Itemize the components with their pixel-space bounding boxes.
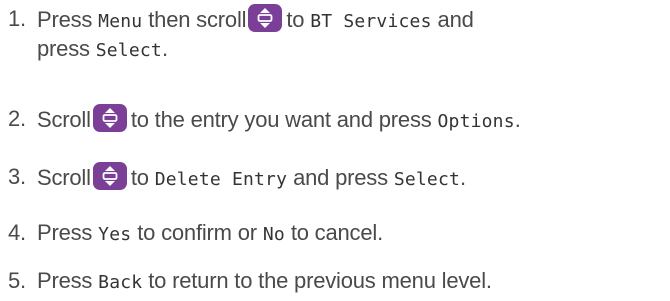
step-5: 5. Press Back to return to the previous … <box>8 266 492 296</box>
lcd-label-yes: Yes <box>98 224 132 245</box>
step-text: Scroll to the entry you want and press O… <box>37 104 521 134</box>
lcd-label-options: Options <box>437 111 515 132</box>
step-punctuation: . <box>161 36 168 61</box>
step-line: Scroll to the entry you want and press O… <box>37 104 521 134</box>
step-line: Press Back to return to the previous men… <box>37 266 492 296</box>
step-word: to confirm or <box>137 220 257 245</box>
step-line: Scroll to Delete Entry and press Select. <box>37 162 466 192</box>
step-number: 5. <box>8 268 26 293</box>
lcd-label-select: Select <box>393 169 461 190</box>
step-number: 1. <box>8 6 26 31</box>
step-text: Press Back to return to the previous men… <box>37 266 492 296</box>
lcd-label-no: No <box>262 224 285 245</box>
step-word: and <box>437 7 474 32</box>
step-word: then scroll <box>148 7 247 32</box>
scroll-up-down-key-icon <box>92 104 127 132</box>
lcd-label-back: Back <box>98 272 143 293</box>
step-word: to <box>130 165 149 190</box>
step-text: Press Menu then scroll to BT Services an… <box>37 4 474 64</box>
step-word: press <box>37 36 90 61</box>
step-number: 4. <box>8 220 26 245</box>
step-word: and press <box>293 165 388 190</box>
step-word: to <box>286 7 305 32</box>
step-word: Press <box>37 7 93 32</box>
step-word: Scroll <box>37 165 91 190</box>
step-word: to return to the previous menu level. <box>148 268 492 293</box>
step-text: Scroll to Delete Entry and press Select. <box>37 162 466 192</box>
step-1: 1. Press Menu then scroll to BT Services… <box>8 4 474 64</box>
step-word: to cancel. <box>290 220 383 245</box>
lcd-label-menu: Menu <box>98 11 143 32</box>
scroll-up-down-key-icon <box>92 162 127 190</box>
step-4: 4. Press Yes to confirm or No to cancel. <box>8 218 383 248</box>
step-3: 3. Scroll to Delete Entry and press Sele… <box>8 162 466 192</box>
scroll-up-down-key-icon <box>248 4 283 32</box>
lcd-label-bt-services: BT Services <box>310 11 432 32</box>
step-number: 3. <box>8 164 26 189</box>
step-2: 2. Scroll to the entry you want and pres… <box>8 104 521 134</box>
step-word: Press <box>37 220 93 245</box>
lcd-label-select: Select <box>95 40 162 61</box>
step-word: to the entry you want and press <box>130 107 432 132</box>
step-word: Scroll <box>37 107 91 132</box>
step-word: Press <box>37 268 93 293</box>
step-line: Press Yes to confirm or No to cancel. <box>37 218 383 248</box>
step-text: Press Yes to confirm or No to cancel. <box>37 218 383 248</box>
step-punctuation: . <box>460 165 466 190</box>
step-line: press Select. <box>37 34 474 64</box>
step-line: Press Menu then scroll to BT Services an… <box>37 4 474 34</box>
lcd-label-delete-entry: Delete Entry <box>154 169 288 190</box>
step-punctuation: . <box>514 107 521 132</box>
step-number: 2. <box>8 106 26 131</box>
